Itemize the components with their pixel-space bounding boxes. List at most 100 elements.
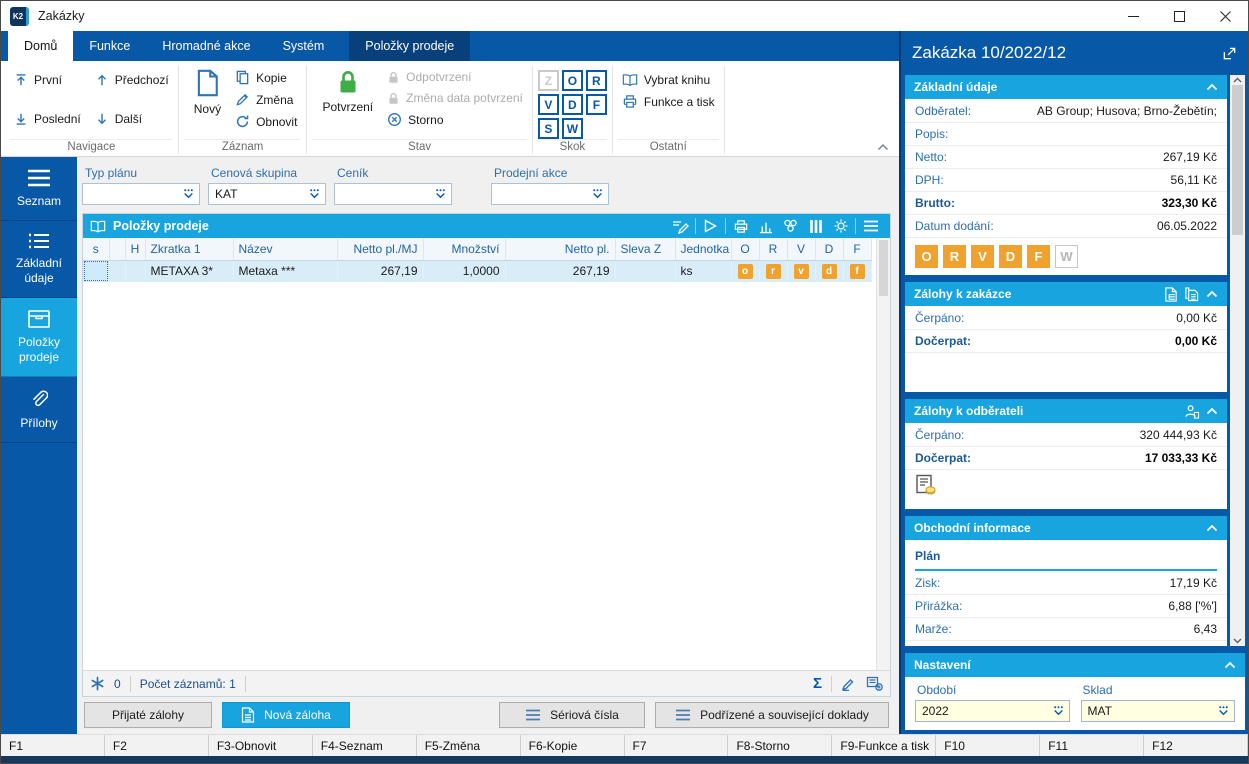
col-header-r[interactable]: R xyxy=(759,238,788,261)
analysis-icon[interactable] xyxy=(778,216,803,236)
col-header-netto-mj[interactable]: Netto pl./MJ xyxy=(337,238,424,261)
tab-system[interactable]: Systém xyxy=(267,31,341,61)
sidebar-item-polozky-prodeje[interactable]: Položky prodeje xyxy=(1,298,77,377)
run-icon[interactable] xyxy=(698,216,723,236)
podrizene-doklady-button[interactable]: Podřízené a související doklady xyxy=(655,702,889,728)
scroll-down-icon[interactable] xyxy=(1233,638,1242,644)
cenova-skupina-combo[interactable]: KAT xyxy=(208,183,326,205)
nova-zaloha-button[interactable]: Nová záloha xyxy=(222,702,350,728)
fkey-f6[interactable]: F6-Kopie xyxy=(521,735,625,756)
row-cell-jednotka[interactable]: ks xyxy=(675,260,732,282)
jump-s-button[interactable]: S xyxy=(537,118,559,139)
invoice-coin-icon[interactable] xyxy=(905,470,1227,504)
copy-button[interactable]: Kopie xyxy=(231,67,301,88)
collapse-section-icon[interactable] xyxy=(1206,407,1218,415)
col-header-netto[interactable]: Netto pl. xyxy=(505,238,616,261)
badge-f[interactable]: F xyxy=(1027,245,1050,268)
sidebar-item-prilohy[interactable]: Přílohy xyxy=(1,377,77,444)
row-selection-cell[interactable] xyxy=(83,260,110,282)
fkey-f10[interactable]: F10 xyxy=(936,735,1041,756)
settings-gear-icon[interactable] xyxy=(828,216,853,236)
badge-r[interactable]: R xyxy=(943,245,966,268)
row-cell-nazev[interactable]: Metaxa *** xyxy=(233,260,338,282)
section-header[interactable]: Obchodní informace xyxy=(905,516,1227,540)
tab-domu[interactable]: Domů xyxy=(8,31,74,61)
popout-icon[interactable] xyxy=(1222,46,1237,61)
typ-planu-combo[interactable] xyxy=(82,183,200,205)
refresh-button[interactable]: Obnovit xyxy=(231,111,301,132)
columns-icon[interactable] xyxy=(803,216,828,236)
collapse-ribbon-button[interactable] xyxy=(877,143,889,151)
quick-edit-icon[interactable] xyxy=(841,677,857,691)
maximize-button[interactable] xyxy=(1156,1,1202,31)
jump-o-button[interactable]: O xyxy=(561,70,583,91)
collapse-section-icon[interactable] xyxy=(1206,524,1218,532)
row-cell-zkratka[interactable]: METAXA 3* xyxy=(145,260,234,282)
first-button[interactable]: První xyxy=(10,70,85,90)
table-vertical-scrollbar[interactable] xyxy=(876,238,890,670)
badge-v[interactable]: V xyxy=(971,245,994,268)
sum-icon[interactable]: Σ xyxy=(813,675,822,692)
fkey-f1[interactable]: F1 xyxy=(1,735,105,756)
add-document-icon[interactable] xyxy=(866,676,883,691)
col-header-jednotka[interactable]: Jednotka xyxy=(675,238,732,261)
grid-menu-icon[interactable] xyxy=(858,216,883,236)
fkey-f9[interactable]: F9-Funkce a tisk xyxy=(832,735,937,756)
panel-scrollbar[interactable] xyxy=(1230,75,1245,646)
section-header[interactable]: Nastavení xyxy=(905,653,1245,677)
jump-w-button[interactable]: W xyxy=(561,118,583,139)
scrollbar-thumb[interactable] xyxy=(879,240,888,296)
select-book-button[interactable]: Vybrat knihu xyxy=(618,70,719,90)
row-cell-netto[interactable]: 267,19 xyxy=(505,260,616,282)
col-header-sleva[interactable]: Sleva Z xyxy=(615,238,676,261)
fkey-f7[interactable]: F7 xyxy=(625,735,729,756)
tab-funkce[interactable]: Funkce xyxy=(73,31,146,61)
close-button[interactable] xyxy=(1202,1,1248,31)
minimize-button[interactable] xyxy=(1110,1,1156,31)
prodejni-akce-combo[interactable] xyxy=(491,183,609,205)
print-icon[interactable] xyxy=(728,216,753,236)
edit-button[interactable]: Změna xyxy=(231,89,301,110)
fkey-f11[interactable]: F11 xyxy=(1040,735,1145,756)
jump-r-button[interactable]: R xyxy=(585,70,607,91)
col-header-s[interactable]: s xyxy=(83,238,110,261)
confirm-button[interactable]: Potvrzení xyxy=(312,64,383,114)
deposit-documents-icon[interactable] xyxy=(1184,286,1200,302)
fkey-f3[interactable]: F3-Obnovit xyxy=(209,735,313,756)
jump-f-button[interactable]: F xyxy=(585,94,607,115)
tab-polozky-prodeje[interactable]: Položky prodeje xyxy=(349,31,471,61)
collapse-section-icon[interactable] xyxy=(1224,661,1236,669)
next-button[interactable]: Další xyxy=(91,109,173,129)
col-header-d[interactable]: D xyxy=(815,238,844,261)
previous-button[interactable]: Předchozí xyxy=(91,70,173,90)
seriova-cisla-button[interactable]: Sériová čísla xyxy=(499,702,645,728)
col-header-mnozstvi[interactable]: Množství xyxy=(423,238,506,261)
edit-grid-icon[interactable] xyxy=(668,216,693,236)
fkey-f5[interactable]: F5-Změna xyxy=(417,735,521,756)
jump-d-button[interactable]: D xyxy=(561,94,583,115)
sidebar-item-zakladni-udaje[interactable]: Základní údaje xyxy=(1,221,77,299)
fkey-f8[interactable]: F8-Storno xyxy=(728,735,833,756)
chart-icon[interactable] xyxy=(753,216,778,236)
col-header-h[interactable]: H xyxy=(125,238,146,261)
sidebar-item-seznam[interactable]: Seznam xyxy=(1,157,77,222)
section-header[interactable]: Zálohy k odběrateli xyxy=(905,399,1227,423)
fkey-f12[interactable]: F12 xyxy=(1144,735,1248,756)
col-header-zkratka[interactable]: Zkratka 1 xyxy=(145,238,234,261)
table-row[interactable]: METAXA 3* Metaxa *** 267,19 1,0000 267,1… xyxy=(83,260,872,282)
col-header-v[interactable]: V xyxy=(787,238,816,261)
last-button[interactable]: Poslední xyxy=(10,109,85,129)
collapse-section-icon[interactable] xyxy=(1206,83,1218,91)
functions-print-button[interactable]: Funkce a tisk xyxy=(618,91,719,112)
row-cell-sleva[interactable] xyxy=(615,260,676,282)
col-header-o[interactable]: O xyxy=(731,238,760,261)
obdobi-combo[interactable]: 2022 xyxy=(915,700,1070,722)
col-header-nazev[interactable]: Název xyxy=(233,238,338,261)
storno-button[interactable]: Storno xyxy=(383,109,527,130)
fkey-f4[interactable]: F4-Seznam xyxy=(313,735,417,756)
section-header[interactable]: Zálohy k zakázce xyxy=(905,282,1227,306)
tab-hromadne-akce[interactable]: Hromadné akce xyxy=(146,31,266,61)
badge-d[interactable]: D xyxy=(999,245,1022,268)
jump-v-button[interactable]: V xyxy=(537,94,559,115)
fkey-f2[interactable]: F2 xyxy=(105,735,209,756)
